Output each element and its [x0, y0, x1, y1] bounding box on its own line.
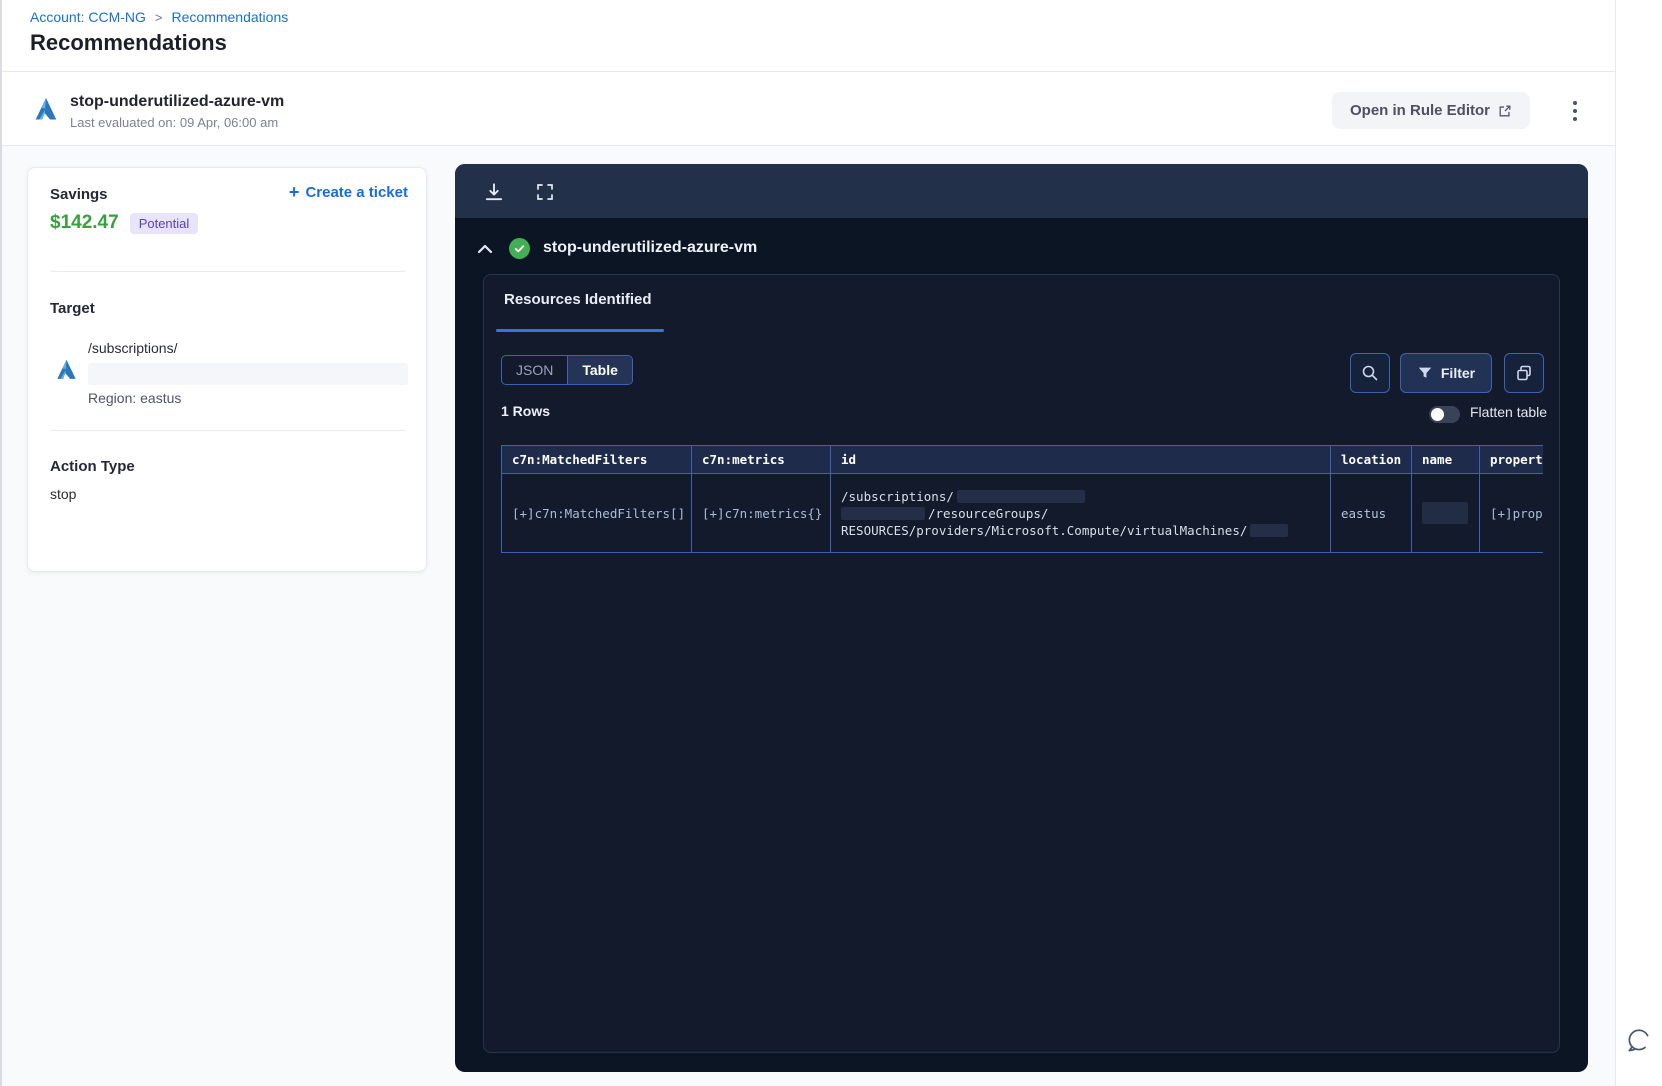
header-divider [2, 71, 1615, 72]
id-cell: /subscriptions/ /resourceGroups/ RESOURC… [830, 473, 1331, 553]
name-cell [1411, 473, 1480, 553]
view-toggle-json[interactable]: JSON [502, 356, 567, 384]
breadcrumb-separator-icon: > [154, 9, 163, 25]
check-circle-icon [509, 238, 530, 259]
flatten-table-label: Flatten table [1470, 404, 1548, 420]
col-header-metrics: c7n:metrics [691, 445, 831, 474]
azure-icon [54, 357, 79, 382]
breadcrumb-account-link[interactable]: Account: CCM-NG [30, 9, 146, 25]
filter-button-label: Filter [1440, 365, 1476, 381]
col-header-matched-filters: c7n:MatchedFilters [501, 445, 692, 474]
tab-resources-identified[interactable]: Resources Identified [504, 291, 652, 308]
location-cell: eastus [1330, 473, 1412, 553]
card-divider [50, 430, 406, 431]
col-header-id: id [830, 445, 1331, 474]
savings-value: $142.47 [50, 212, 119, 233]
plus-icon: + [288, 182, 300, 202]
view-toggle-table[interactable]: Table [568, 356, 632, 384]
potential-badge: Potential [129, 212, 199, 234]
action-type-label: Action Type [50, 458, 135, 475]
kebab-menu-icon[interactable] [1560, 95, 1590, 127]
recommendations-page: Account: CCM-NG > Recommendations Recomm… [0, 0, 1662, 1086]
fullscreen-icon[interactable] [535, 180, 559, 204]
redacted-text [841, 506, 925, 520]
filter-funnel-icon [1417, 365, 1433, 381]
expand-properties-cell[interactable]: [+]prop [1490, 506, 1543, 521]
resources-card: Resources Identified JSON Table Filter 1… [483, 274, 1560, 1053]
redacted-text [1250, 523, 1289, 537]
page-title: Recommendations [30, 30, 227, 55]
right-gutter [1616, 0, 1662, 1086]
open-in-rule-editor-label: Open in Rule Editor [1349, 102, 1490, 119]
collapse-chevron-icon[interactable] [475, 238, 499, 260]
download-icon[interactable] [483, 180, 507, 204]
results-panel: stop-underutilized-azure-vm Resources Id… [455, 164, 1588, 1072]
table-header-row: c7n:MatchedFilters c7n:metrics id locati… [501, 445, 1543, 474]
search-icon[interactable] [1350, 353, 1390, 393]
redacted-text [1422, 502, 1468, 524]
target-region: Region: eastus [88, 390, 182, 406]
rule-name: stop-underutilized-azure-vm [70, 93, 285, 110]
chat-bubble-icon[interactable] [1624, 1026, 1654, 1056]
rows-count: 1 Rows [501, 403, 551, 419]
expand-matched-filters-cell[interactable]: [+]c7n:MatchedFilters[] [512, 506, 685, 521]
panel-rule-name: stop-underutilized-azure-vm [543, 239, 758, 256]
create-ticket-label: Create a ticket [305, 184, 408, 201]
col-header-location: location [1330, 445, 1412, 474]
content-right-divider [1615, 0, 1616, 1086]
rule-header-divider [2, 145, 1615, 146]
card-divider [50, 271, 406, 272]
target-label: Target [50, 300, 95, 317]
target-path: /subscriptions/ [88, 340, 178, 356]
savings-label: Savings [50, 186, 108, 203]
redacted-text [88, 363, 408, 385]
redacted-text [956, 489, 1085, 503]
panel-toolbar [455, 164, 1588, 218]
view-toggle: JSON Table [501, 355, 633, 385]
table-row: [+]c7n:MatchedFilters[] [+]c7n:metrics{}… [501, 473, 1543, 553]
copy-icon[interactable] [1504, 353, 1544, 393]
azure-icon [32, 95, 60, 123]
external-link-icon [1498, 104, 1512, 118]
breadcrumb: Account: CCM-NG > Recommendations [30, 9, 288, 25]
open-in-rule-editor-button[interactable]: Open in Rule Editor [1332, 92, 1530, 129]
flatten-table-toggle[interactable] [1429, 406, 1460, 423]
create-ticket-button[interactable]: + Create a ticket [288, 182, 408, 202]
rule-last-evaluated: Last evaluated on: 09 Apr, 06:00 am [70, 115, 279, 130]
summary-card: Savings + Create a ticket $142.47 Potent… [27, 167, 427, 572]
action-type-value: stop [50, 486, 77, 502]
expand-metrics-cell[interactable]: [+]c7n:metrics{} [702, 506, 822, 521]
filter-button[interactable]: Filter [1400, 353, 1492, 393]
col-header-properties: propert [1479, 445, 1543, 474]
resources-table: c7n:MatchedFilters c7n:metrics id locati… [501, 445, 1543, 553]
tab-active-underline [496, 329, 664, 332]
breadcrumb-recommendations-link[interactable]: Recommendations [172, 9, 289, 25]
col-header-name: name [1411, 445, 1480, 474]
